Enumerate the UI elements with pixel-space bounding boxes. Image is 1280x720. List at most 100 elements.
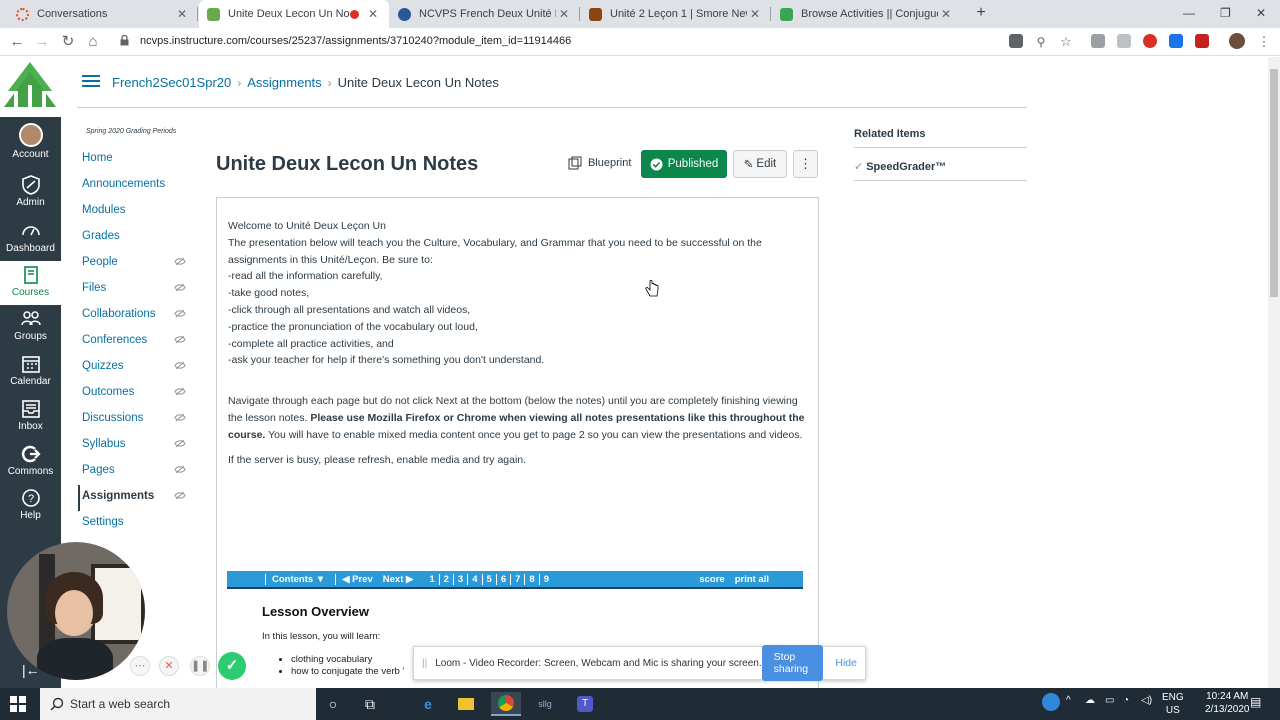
battery-icon[interactable]: ▭: [1105, 695, 1114, 706]
page-number-link[interactable]: 2: [438, 573, 453, 585]
maximize-icon[interactable]: ❐: [1220, 6, 1231, 20]
published-button[interactable]: Published: [641, 150, 727, 178]
forward-icon[interactable]: →: [32, 32, 52, 52]
close-icon[interactable]: ✕: [365, 7, 381, 21]
wifi-icon[interactable]: ◔: [1123, 695, 1129, 706]
adblock-icon[interactable]: [1195, 34, 1209, 48]
page-number-link[interactable]: 1: [425, 574, 438, 585]
nav-account[interactable]: Account: [0, 123, 61, 160]
nav-inbox[interactable]: Inbox: [0, 399, 61, 432]
course-nav-announcements[interactable]: Announcements: [78, 173, 190, 199]
extension-icon[interactable]: [1117, 34, 1131, 48]
profile-avatar[interactable]: [1229, 33, 1245, 49]
print-all-link[interactable]: print all: [735, 574, 769, 585]
task-view-icon[interactable]: ⧉: [355, 692, 385, 716]
reload-icon[interactable]: ↻: [58, 32, 78, 52]
course-nav-files[interactable]: Files: [78, 277, 190, 303]
loom-finish-icon[interactable]: ✓: [218, 652, 246, 680]
nav-courses[interactable]: Courses: [0, 261, 61, 305]
course-nav-modules[interactable]: Modules: [78, 199, 190, 225]
page-number-link[interactable]: 7: [510, 573, 524, 585]
back-icon[interactable]: ←: [7, 32, 27, 52]
camera-icon[interactable]: [1009, 34, 1023, 48]
course-nav-pages[interactable]: Pages: [78, 459, 190, 485]
drag-handle-icon[interactable]: ||: [422, 658, 427, 669]
taskbar-search-box[interactable]: Start a web search: [40, 688, 316, 720]
new-tab-button[interactable]: +: [972, 4, 990, 22]
hamburger-menu-icon[interactable]: [82, 75, 100, 88]
close-icon[interactable]: ✕: [938, 7, 954, 21]
minimize-icon[interactable]: —: [1183, 6, 1195, 20]
language-indicator[interactable]: ENG US: [1162, 691, 1184, 717]
speedgrader-link[interactable]: ✓ SpeedGrader™: [854, 160, 946, 174]
nav-admin[interactable]: Admin: [0, 175, 61, 208]
course-nav-discussions[interactable]: Discussions: [78, 407, 190, 433]
course-nav-settings[interactable]: Settings: [78, 511, 190, 537]
browser-tab-active[interactable]: Unite Deux Lecon Un Notes ✕: [199, 0, 389, 28]
course-nav-outcomes[interactable]: Outcomes: [78, 381, 190, 407]
page-number-link[interactable]: 8: [524, 573, 538, 585]
course-nav-grades[interactable]: Grades: [78, 225, 190, 251]
hide-button[interactable]: Hide: [835, 657, 857, 669]
home-icon[interactable]: ⌂: [83, 32, 103, 52]
institution-logo[interactable]: [0, 57, 61, 117]
nav-calendar[interactable]: Calendar: [0, 354, 61, 387]
page-number-link[interactable]: 3: [452, 573, 467, 585]
close-icon[interactable]: ✕: [174, 7, 190, 21]
extension-icon[interactable]: [1091, 34, 1105, 48]
app-icon[interactable]: sllg: [530, 692, 560, 716]
windows-start-icon[interactable]: [10, 696, 26, 712]
webcam-bubble[interactable]: [7, 542, 145, 680]
onedrive-icon[interactable]: ☁: [1085, 695, 1095, 706]
chrome-icon[interactable]: [491, 692, 521, 716]
cortana-icon[interactable]: ○: [318, 692, 348, 716]
system-clock[interactable]: 10:24 AM 2/13/2020: [1205, 690, 1250, 716]
close-icon[interactable]: ✕: [747, 7, 763, 21]
extension-icon[interactable]: [1143, 34, 1157, 48]
close-window-icon[interactable]: ✕: [1256, 6, 1266, 20]
bookmark-star-icon[interactable]: ☆: [1056, 32, 1076, 52]
address-bar[interactable]: ncvps.instructure.com/courses/25237/assi…: [112, 30, 1082, 54]
contents-link[interactable]: Contents ▼: [265, 573, 325, 585]
prev-link[interactable]: ◀ Prev: [335, 573, 373, 585]
extension-icon[interactable]: [1169, 34, 1183, 48]
course-nav-conferences[interactable]: Conferences: [78, 329, 190, 355]
page-number-link[interactable]: 6: [495, 573, 510, 585]
nav-commons[interactable]: Commons: [0, 444, 61, 477]
score-link[interactable]: score: [699, 574, 724, 585]
menu-icon[interactable]: ⋮: [1254, 32, 1274, 52]
more-options-button[interactable]: ⋮: [793, 150, 818, 178]
notifications-icon[interactable]: ▤: [1250, 695, 1261, 709]
nav-dashboard[interactable]: Dashboard: [0, 221, 61, 254]
edit-button[interactable]: ✎ Edit: [733, 150, 787, 178]
course-nav-collaborations[interactable]: Collaborations: [78, 303, 190, 329]
browser-tab[interactable]: Unité 2 Leçon 1 | Smore Newslett ✕: [581, 0, 771, 28]
browser-tab[interactable]: Browse Activities || Conjuguemos ✕: [772, 0, 962, 28]
zoom-icon[interactable]: ⚲: [1031, 32, 1051, 52]
file-explorer-icon[interactable]: [451, 692, 481, 716]
loom-cancel-icon[interactable]: ✕: [159, 656, 179, 676]
loom-more-icon[interactable]: ⋯: [130, 656, 150, 676]
page-number-link[interactable]: 4: [467, 573, 481, 585]
browser-tab[interactable]: Conversations ✕: [8, 0, 198, 28]
vertical-scrollbar[interactable]: [1268, 57, 1280, 688]
chevron-up-icon[interactable]: ^: [1066, 695, 1071, 706]
close-icon[interactable]: ✕: [556, 7, 572, 21]
browser-tab[interactable]: NCVPS French Deux Unité Deux L ✕: [390, 0, 580, 28]
course-nav-assignments[interactable]: Assignments: [78, 485, 190, 511]
breadcrumb-course-link[interactable]: French2Sec01Spr20: [112, 75, 231, 90]
page-number-link[interactable]: 5: [481, 573, 496, 585]
edge-icon[interactable]: e: [413, 692, 443, 716]
page-number-link[interactable]: 9: [538, 573, 553, 585]
help-tray-icon[interactable]: [1042, 693, 1060, 711]
teams-icon[interactable]: T: [570, 692, 600, 716]
course-nav-syllabus[interactable]: Syllabus: [78, 433, 190, 459]
course-nav-quizzes[interactable]: Quizzes: [78, 355, 190, 381]
blueprint-indicator[interactable]: Blueprint: [568, 156, 631, 170]
next-link[interactable]: Next ▶: [383, 574, 414, 585]
nav-groups[interactable]: Groups: [0, 309, 61, 342]
stop-sharing-button[interactable]: Stop sharing: [761, 645, 824, 681]
volume-icon[interactable]: ◁): [1141, 695, 1152, 706]
nav-help[interactable]: ? Help: [0, 488, 61, 521]
breadcrumb-assignments-link[interactable]: Assignments: [247, 75, 321, 90]
